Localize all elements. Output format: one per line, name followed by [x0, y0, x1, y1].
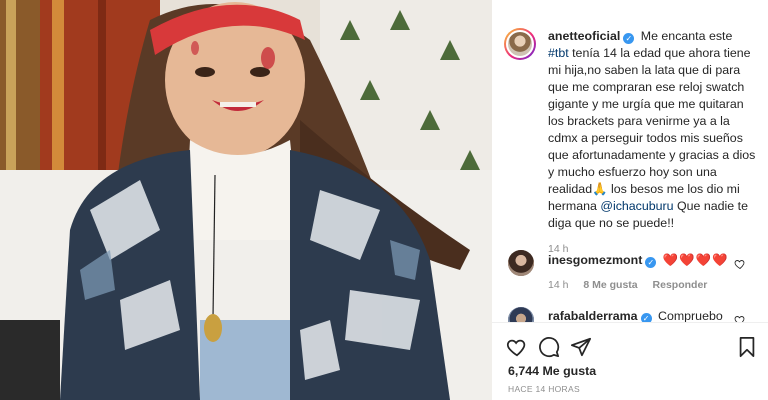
comment-likes[interactable]: 8 Me gusta [583, 279, 637, 291]
verified-badge-icon: ✓ [645, 257, 657, 268]
comment-icon[interactable] [538, 336, 560, 358]
author-username[interactable]: anetteoficial [548, 29, 620, 43]
heart-icon[interactable] [506, 336, 528, 358]
commenter-avatar[interactable] [508, 250, 534, 276]
comment-like-heart-icon[interactable] [734, 258, 746, 270]
comment-meta: 14 h 8 Me gusta Responder [548, 277, 733, 293]
caption-text-body: tenía 14 la edad que ahora tiene mi hija… [548, 46, 756, 213]
comment-username[interactable]: rafabalderrama [548, 309, 638, 323]
share-icon[interactable] [570, 336, 592, 358]
comment-time[interactable]: 14 h [548, 279, 568, 291]
commenter-avatar-image [508, 250, 534, 276]
post-caption: anetteoficial ✓ Me encanta este #tbt tení… [548, 28, 756, 258]
author-avatar[interactable] [504, 28, 536, 60]
verified-badge-icon: ✓ [623, 33, 635, 44]
comment-username[interactable]: inesgomezmont [548, 253, 642, 267]
comment-item: inesgomezmont ✓ ❤️❤️❤️❤️ 14 h 8 Me gusta … [548, 252, 733, 293]
caption-hashtag[interactable]: #tbt [548, 46, 569, 60]
caption-mention[interactable]: @ichacuburu [600, 199, 673, 213]
post-photo-image [0, 0, 492, 400]
comment-reply-button[interactable]: Responder [653, 279, 708, 291]
post-timestamp[interactable]: HACE 14 HORAS [508, 384, 580, 394]
post-photo[interactable] [0, 0, 492, 400]
comment-text: ❤️❤️❤️❤️ [662, 253, 729, 267]
caption-text-start: Me encanta este [640, 29, 733, 43]
bookmark-icon[interactable] [736, 336, 758, 358]
author-avatar-image [506, 30, 534, 58]
post-likes-count[interactable]: 6,744 Me gusta [508, 364, 596, 378]
